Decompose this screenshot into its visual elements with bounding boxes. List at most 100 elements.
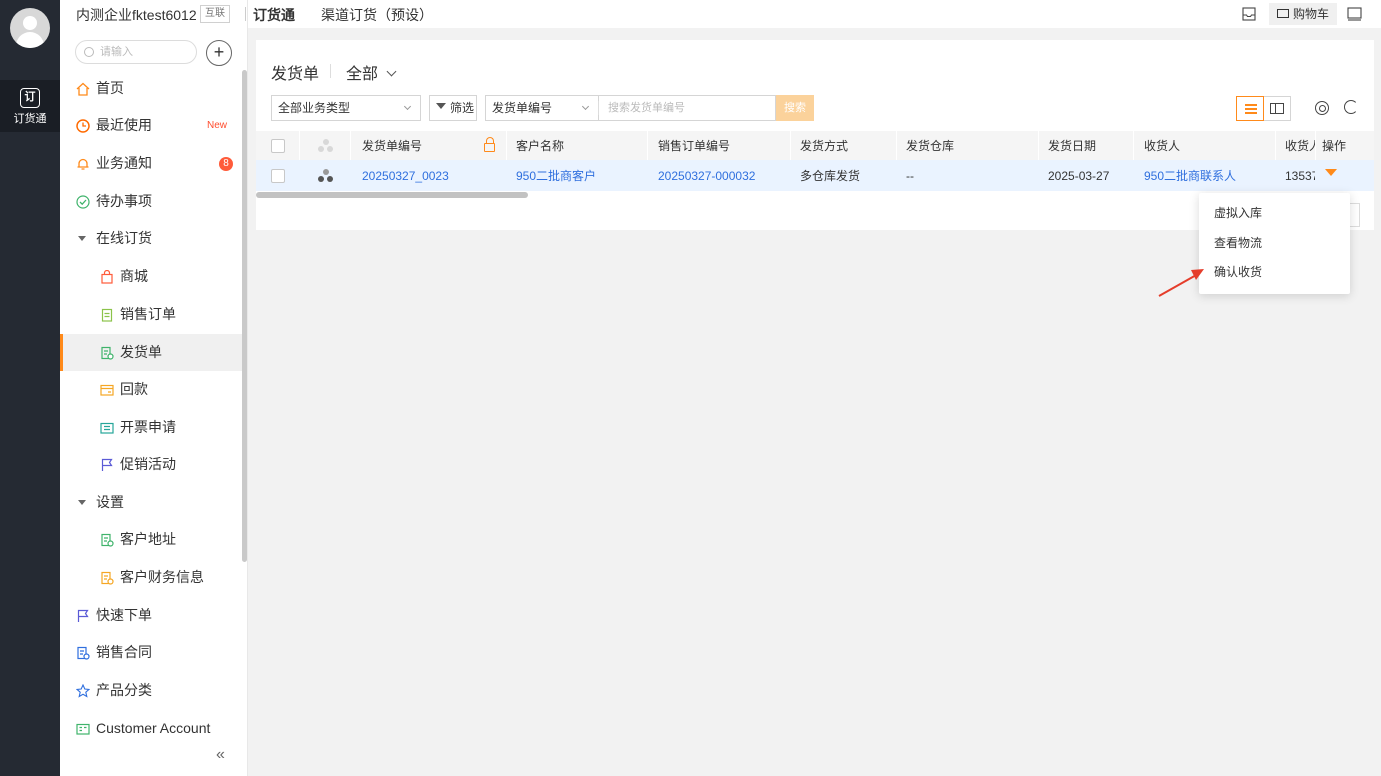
inbox-icon[interactable]	[1242, 7, 1256, 21]
column-divider	[1275, 131, 1276, 160]
flag-icon	[101, 458, 113, 471]
sidebar-item-label: 销售合同	[96, 644, 152, 660]
search-icon	[84, 47, 94, 57]
split-view-icon[interactable]	[1270, 103, 1284, 114]
sidebar-item-label: 产品分类	[96, 682, 152, 698]
cart-button[interactable]: 购物车	[1269, 3, 1338, 25]
delivery-date: 2025-03-27	[1048, 168, 1110, 183]
sidebar-search-placeholder: 请输入	[100, 46, 133, 58]
sidebar-item-label: 首页	[96, 80, 124, 96]
column-header-number[interactable]: 发货单编号	[362, 131, 422, 160]
column-divider	[1315, 131, 1316, 160]
sidebar-item-sales-contract[interactable]: 销售合同	[60, 634, 242, 671]
collapse-sidebar-icon[interactable]: «	[216, 746, 225, 764]
cart-label: 购物车	[1293, 7, 1330, 21]
select-all-checkbox[interactable]	[271, 131, 285, 160]
caret-down-icon	[1325, 169, 1337, 176]
checkbox-box	[271, 138, 285, 153]
lock-column-icon[interactable]	[484, 131, 495, 160]
chevron-down-icon	[581, 102, 590, 111]
sidebar-item-customer-address[interactable]: 客户地址	[60, 521, 242, 558]
sales-order-link[interactable]: 20250327-000032	[658, 160, 755, 191]
sidebar-item-promotion[interactable]: 促销活动	[60, 446, 242, 483]
column-header-receiver-phone[interactable]: 收货人	[1285, 131, 1315, 160]
sidebar-item-delivery[interactable]: 发货单	[60, 334, 242, 371]
table-row[interactable]: 20250327_0023 950二批商客户 20250327-000032 多…	[256, 160, 1374, 191]
menu-item-view-logistics[interactable]: 查看物流	[1214, 234, 1262, 251]
sidebar-item-mall[interactable]: 商城	[60, 258, 242, 295]
cart-icon	[1277, 9, 1289, 18]
sidebar-item-notice[interactable]: 业务通知 8	[60, 145, 242, 182]
sidebar-item-home[interactable]: 首页	[60, 70, 242, 107]
sidebar-group-settings[interactable]: 设置	[60, 484, 242, 521]
chevron-down-icon	[386, 66, 397, 77]
tab-channel-order[interactable]: 渠道订货（预设）	[321, 5, 433, 25]
sidebar-item-payment[interactable]: 回款	[60, 371, 242, 408]
row-checkbox[interactable]	[271, 160, 285, 191]
sidebar-item-recent[interactable]: 最近使用 New	[60, 107, 242, 144]
company-name[interactable]: 内测企业fktest6012	[76, 5, 197, 25]
sidebar-item-todo[interactable]: 待办事项	[60, 183, 242, 220]
chevron-down-icon	[403, 102, 412, 111]
payment-icon	[100, 384, 114, 396]
search-button[interactable]: 搜索	[776, 95, 814, 121]
sidebar-item-label: 待办事项	[96, 193, 152, 209]
column-header-customer[interactable]: 客户名称	[516, 131, 564, 160]
invoice-icon	[100, 422, 114, 434]
funnel-icon	[436, 103, 446, 109]
sidebar-item-label: 开票申请	[120, 419, 176, 435]
column-divider	[1038, 131, 1039, 160]
sidebar-item-label: Customer Account	[96, 720, 211, 736]
sidebar-item-customer-finance[interactable]: 客户财务信息	[60, 559, 242, 596]
delivery-method: 多仓库发货	[800, 169, 861, 183]
column-divider	[299, 131, 300, 160]
horizontal-scrollbar[interactable]	[256, 192, 528, 198]
bell-icon	[77, 158, 89, 170]
column-divider	[350, 131, 351, 160]
column-header-receiver[interactable]: 收货人	[1144, 131, 1180, 160]
delivery-number-search-input[interactable]: 搜索发货单编号	[598, 95, 776, 121]
caret-down-icon	[78, 500, 86, 505]
column-header-warehouse[interactable]: 发货仓库	[906, 131, 954, 160]
customer-name-link[interactable]: 950二批商客户	[516, 160, 596, 191]
sidebar-item-invoice[interactable]: 开票申请	[60, 409, 242, 446]
sidebar-item-label: 销售订单	[120, 306, 176, 322]
refresh-icon[interactable]	[1344, 100, 1358, 114]
rail-app-dinghuotong[interactable]: 订 订货通	[0, 80, 60, 132]
column-header-method[interactable]: 发货方式	[800, 131, 848, 160]
home-icon	[76, 82, 90, 96]
sidebar-item-sales-order[interactable]: 销售订单	[60, 296, 242, 333]
business-type-select[interactable]: 全部业务类型	[271, 95, 421, 121]
monitor-icon[interactable]	[1347, 7, 1362, 21]
filter-label: 筛选	[450, 101, 475, 115]
scope-dropdown[interactable]: 全部	[346, 60, 397, 84]
menu-item-confirm-receipt[interactable]: 确认收货	[1214, 263, 1262, 280]
row-action-dropdown[interactable]	[1325, 160, 1337, 191]
add-button[interactable]: +	[206, 40, 232, 66]
filter-button[interactable]: 筛选	[429, 95, 477, 121]
checkbox-box	[271, 168, 285, 183]
avatar[interactable]	[10, 8, 50, 48]
sidebar-search-input[interactable]: 请输入	[75, 40, 197, 64]
sidebar-item-label: 发货单	[120, 344, 162, 360]
column-divider	[790, 131, 791, 160]
column-header-sales-order[interactable]: 销售订单编号	[658, 131, 730, 160]
sidebar-item-product-category[interactable]: 产品分类	[60, 672, 242, 709]
sidebar-item-label: 商城	[120, 268, 148, 284]
sidebar-item-label: 促销活动	[120, 456, 176, 472]
avatar-body	[16, 32, 44, 48]
receiver-link[interactable]: 950二批商联系人	[1144, 160, 1236, 191]
search-field-select[interactable]: 发货单编号	[485, 95, 599, 121]
sidebar-scrollbar[interactable]	[242, 70, 247, 562]
settings-icon[interactable]	[1315, 101, 1329, 115]
menu-item-virtual-stock-in[interactable]: 虚拟入库	[1214, 204, 1262, 221]
sidebar-group-online-order[interactable]: 在线订货	[60, 220, 242, 257]
divider	[330, 64, 331, 78]
tab-dinghuotong[interactable]: 订货通	[253, 5, 295, 25]
delivery-number-link[interactable]: 20250327_0023	[362, 160, 449, 191]
column-header-date[interactable]: 发货日期	[1048, 131, 1096, 160]
sidebar-item-quick-order[interactable]: 快速下单	[60, 597, 242, 634]
sidebar-item-customer-account[interactable]: Customer Account	[60, 710, 242, 747]
list-view-icon[interactable]	[1236, 96, 1264, 121]
sidebar: 请输入 + 首页 最近使用 New 业务通知 8 待办事项 在线订货 商城 销售…	[60, 0, 248, 776]
